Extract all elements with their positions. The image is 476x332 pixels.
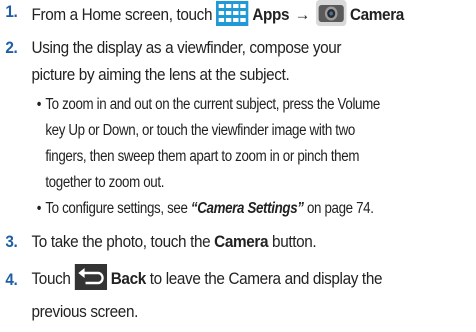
- step-4-line-2: previous screen.: [31, 302, 139, 321]
- arrow: →: [294, 5, 310, 24]
- step-4-text-b: to leave the Camera and display the: [149, 269, 383, 288]
- step-text: Using the display as a viewfinder, compo…: [32, 34, 429, 88]
- step-number: 4.: [5, 270, 18, 289]
- step-number: 3.: [5, 232, 18, 251]
- apps-grid-icon: [216, 1, 249, 34]
- bullet-text-a: To configure settings, see: [45, 200, 188, 217]
- camera-button-label: Camera: [214, 232, 269, 251]
- step-3-text-b: button.: [272, 232, 317, 251]
- step-text: To take the photo, touch the Camera butt…: [32, 228, 429, 255]
- step-4-line-1: Touch Back to leave the Camera and displ…: [32, 264, 429, 298]
- back-label: Back: [110, 269, 147, 288]
- bullet-dot: •: [36, 96, 42, 113]
- step-text: From a Home screen, touch Apps → Camera: [32, 0, 429, 34]
- step-1-text: From a Home screen, touch: [31, 5, 213, 24]
- bullet-line: fingers, then sweep them apart to zoom i…: [45, 148, 360, 165]
- camera-settings-link[interactable]: “Camera Settings”: [191, 200, 304, 217]
- camera-icon: [315, 0, 347, 34]
- step-number: 1.: [5, 2, 18, 21]
- step-2-line-1: Using the display as a viewfinder, compo…: [31, 38, 342, 57]
- manual-page: 1. From a Home screen, touch Apps → Came…: [0, 0, 476, 332]
- camera-label: Camera: [349, 5, 404, 24]
- bullet-text: To zoom in and out on the current subjec…: [45, 92, 380, 196]
- step-3-text-a: To take the photo, touch the: [31, 232, 211, 251]
- bullet-line: To zoom in and out on the current subjec…: [45, 96, 380, 113]
- step-text: Touch Back to leave the Camera and displ…: [32, 264, 429, 325]
- step-4-text-a: Touch: [31, 269, 71, 288]
- apps-label: Apps: [252, 5, 290, 24]
- bullet-dot: •: [36, 200, 42, 217]
- bullet-line: together to zoom out.: [45, 174, 165, 191]
- back-arrow-icon: [74, 264, 107, 298]
- step-2-line-2: picture by aiming the lens at the subjec…: [31, 65, 290, 84]
- bullet-text: To configure settings, see “Camera Setti…: [45, 196, 374, 222]
- bullet-text-b: on page 74.: [306, 200, 374, 217]
- bullet-line: key Up or Down, or touch the viewfinder …: [45, 122, 355, 139]
- step-number: 2.: [5, 38, 18, 57]
